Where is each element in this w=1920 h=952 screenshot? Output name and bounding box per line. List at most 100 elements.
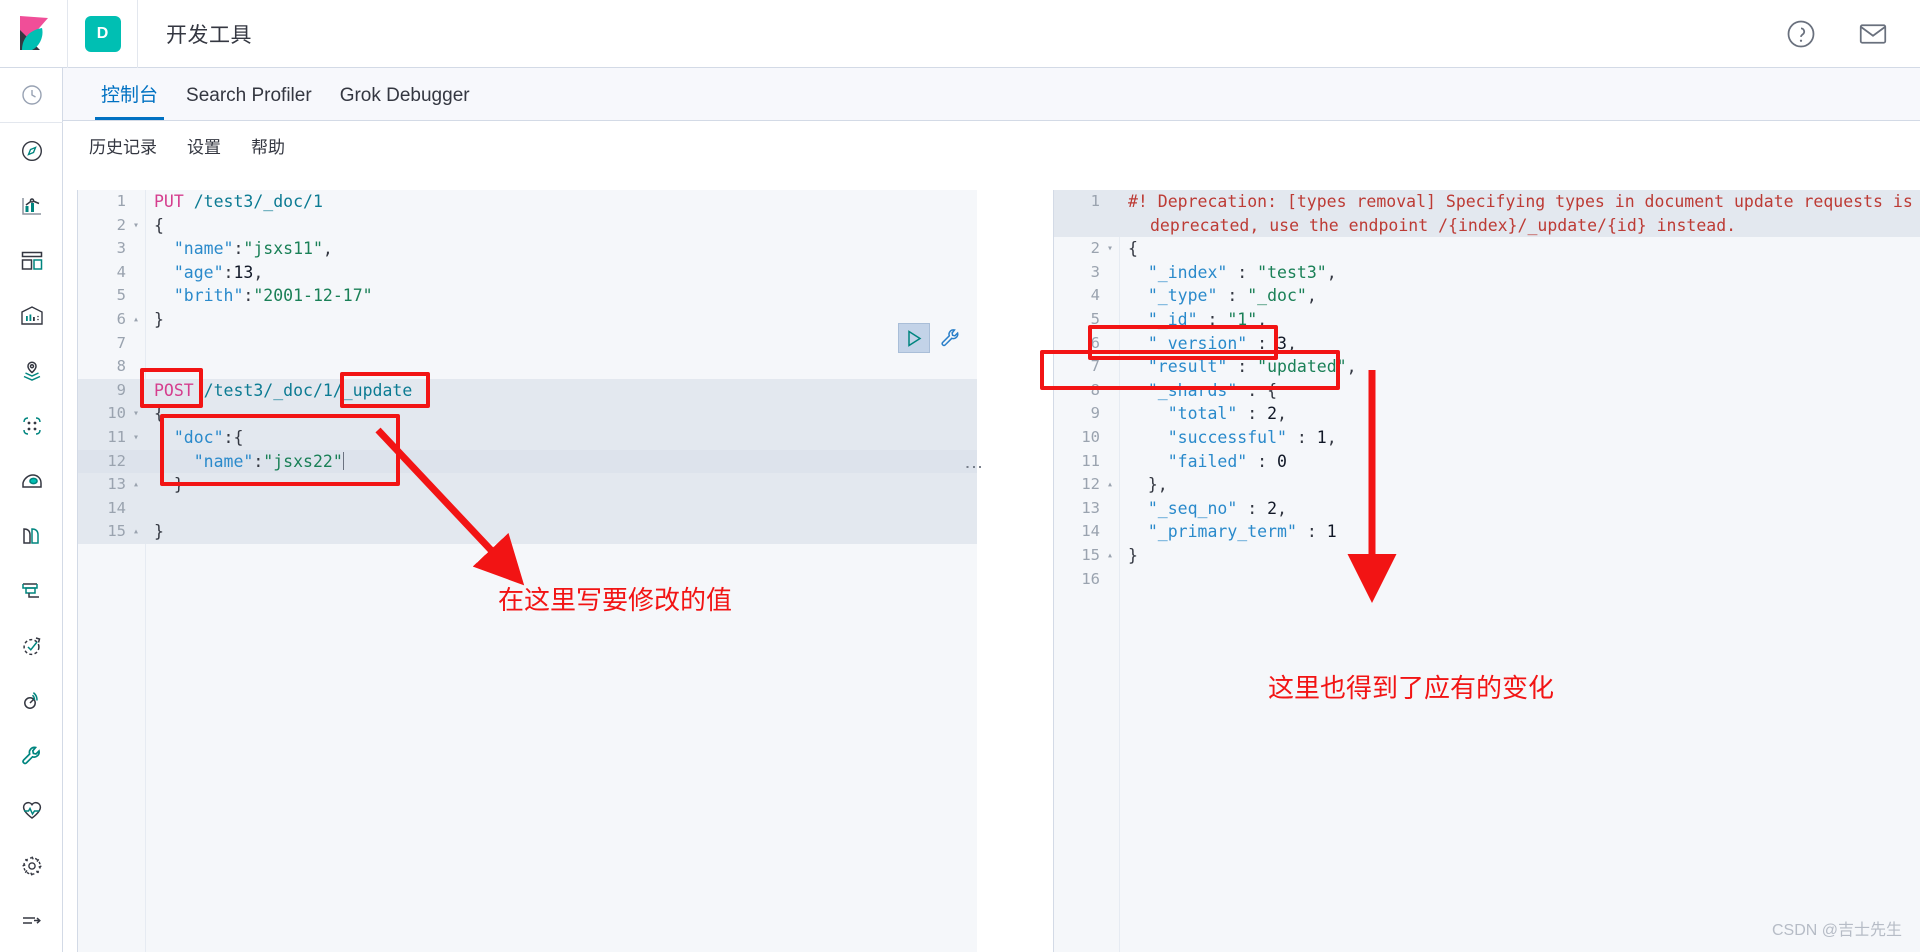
line-number: 14 [107, 498, 126, 517]
sidebar-item-infrastructure[interactable] [0, 453, 63, 508]
code-line-wrapped: deprecated, use the endpoint /{index}/_u… [1054, 213, 1920, 238]
sidebar-item-visualize[interactable] [0, 178, 63, 233]
sidebar-item-monitoring[interactable] [0, 783, 63, 838]
line-number: 10 [1081, 427, 1100, 446]
fold-toggle[interactable]: ▾ [130, 214, 142, 238]
code-text: "name":"jsxs22" [193, 451, 344, 471]
line-number: 8 [1090, 380, 1100, 399]
code-text: "_version" : 3, [1147, 333, 1297, 353]
code-text: "successful" : 1, [1167, 427, 1337, 447]
code-line: 3 "_index" : "test3", [1054, 261, 1920, 285]
line-number: 6 [116, 309, 126, 328]
code-line: 11 "failed" : 0 [1054, 450, 1920, 474]
sidebar-item-apm[interactable] [0, 563, 63, 618]
code-line: 1 #! Deprecation: [types removal] Specify… [1054, 190, 1920, 214]
code-text: { [1128, 239, 1138, 259]
code-line: 16 [1054, 568, 1920, 592]
subnav-help[interactable]: 帮助 [251, 133, 285, 158]
mail-icon[interactable] [1858, 19, 1888, 49]
editor-resize-handle[interactable]: ⋮ [963, 458, 985, 477]
sidebar-item-siem[interactable] [0, 673, 63, 728]
line-number: 13 [1081, 498, 1100, 517]
code-text: }, [1147, 475, 1168, 495]
code-line: 9 "total" : 2, [1054, 402, 1920, 426]
help-circle-icon[interactable] [1786, 19, 1816, 49]
recently-viewed-clock-icon [21, 85, 42, 105]
dev-tools-tabbar: 控制台 Search Profiler Grok Debugger [63, 68, 1920, 121]
text-caret [342, 451, 344, 470]
kibana-dev-tools-page: D 开发工具 控制台 Search Profiler Grok Debugger… [0, 0, 1920, 952]
fold-toggle[interactable]: ▾ [130, 402, 142, 426]
sidebar-item-management[interactable] [0, 838, 63, 893]
sidebar-item-uptime[interactable] [0, 618, 63, 673]
code-line: 13 ▴ } [78, 473, 977, 497]
code-text: "_primary_term" : 1 [1147, 522, 1337, 542]
sidebar-item-discover[interactable] [0, 123, 63, 178]
send-request-button[interactable] [898, 323, 930, 353]
line-number: 5 [116, 286, 126, 305]
subnav-history[interactable]: 历史记录 [89, 133, 157, 158]
line-number: 9 [1090, 404, 1100, 423]
response-editor[interactable]: 1 #! Deprecation: [types removal] Specify… [1053, 190, 1920, 952]
code-line: 12 "name":"jsxs22" [78, 449, 977, 474]
tab-search-profiler[interactable]: Search Profiler [172, 85, 326, 120]
line-number: 16 [1081, 569, 1100, 588]
sidebar-item-machine-learning[interactable] [0, 398, 63, 453]
request-settings-wrench-icon[interactable] [938, 326, 962, 350]
request-code[interactable]: 1 PUT /test3/_doc/1 2 ▾{3 "name":"jsxs11", 4… [78, 190, 977, 952]
line-number: 12 [107, 451, 126, 470]
console-subnav: 历史记录 设置 帮助 [63, 121, 1920, 169]
code-line: 13 "_seq_no" : 2, [1054, 497, 1920, 521]
fold-toggle[interactable]: ▾ [1104, 237, 1116, 261]
management-gear-icon [21, 855, 42, 876]
code-line: 15 ▴} [78, 520, 977, 544]
line-number: 15 [1081, 545, 1100, 564]
code-text: "failed" : 0 [1167, 451, 1287, 471]
line-number: 7 [1090, 357, 1100, 376]
tab-console[interactable]: 控制台 [87, 80, 172, 120]
dev-tools-wrench-icon [21, 746, 40, 764]
line-number: 10 [107, 404, 126, 423]
code-line: 6 ▴} [78, 308, 977, 332]
fold-toggle[interactable]: ▴ [1104, 544, 1116, 568]
kibana-logo-cell[interactable] [0, 0, 68, 68]
fold-toggle[interactable]: ▴ [130, 520, 142, 544]
visualize-chart-icon [21, 197, 41, 215]
subnav-settings[interactable]: 设置 [187, 133, 221, 158]
sidebar-item-recently-viewed[interactable] [0, 68, 63, 123]
code-text: } [173, 475, 184, 495]
line-number: 1 [1090, 192, 1100, 210]
code-line: 11 ▾ "doc":{ [78, 425, 977, 450]
response-code: 1 #! Deprecation: [types removal] Specify… [1054, 190, 1920, 952]
code-text: "doc":{ [173, 427, 244, 447]
space-selector[interactable]: D [68, 0, 138, 68]
code-line: 5 "brith":"2001-12-17" [78, 284, 977, 308]
apm-funnel-icon [21, 582, 39, 598]
fold-toggle[interactable]: ▴ [130, 308, 142, 332]
fold-toggle[interactable]: ▾ [130, 426, 142, 450]
sidebar-collapse-button[interactable] [0, 893, 63, 948]
code-line: 15 ▴} [1054, 544, 1920, 568]
code-line: 6 "_version" : 3, [1054, 332, 1920, 356]
code-line: 7 [78, 332, 977, 356]
sidebar-item-logs[interactable] [0, 508, 63, 563]
line-number: 9 [116, 380, 126, 399]
sidebar-item-dashboard[interactable] [0, 233, 63, 288]
sidebar-item-maps[interactable] [0, 343, 63, 398]
line-number: 11 [107, 427, 126, 446]
tab-grok-debugger[interactable]: Grok Debugger [326, 85, 484, 120]
line-number: 7 [116, 333, 126, 352]
request-editor[interactable]: 1 PUT /test3/_doc/1 2 ▾{3 "name":"jsxs11", 4… [77, 190, 977, 952]
fold-toggle[interactable]: ▴ [130, 473, 142, 497]
global-nav-rail [0, 68, 63, 952]
fold-toggle[interactable]: ▴ [1104, 473, 1116, 497]
line-number: 2 [116, 215, 126, 234]
play-icon [907, 329, 921, 347]
code-text: "age":13, [173, 262, 264, 282]
sidebar-item-canvas[interactable] [0, 288, 63, 343]
code-text: } [154, 522, 164, 542]
sidebar-item-dev-tools[interactable] [0, 728, 63, 783]
line-number: 6 [1090, 333, 1100, 352]
page-title: 开发工具 [166, 23, 252, 47]
maps-pin-icon [23, 360, 40, 381]
